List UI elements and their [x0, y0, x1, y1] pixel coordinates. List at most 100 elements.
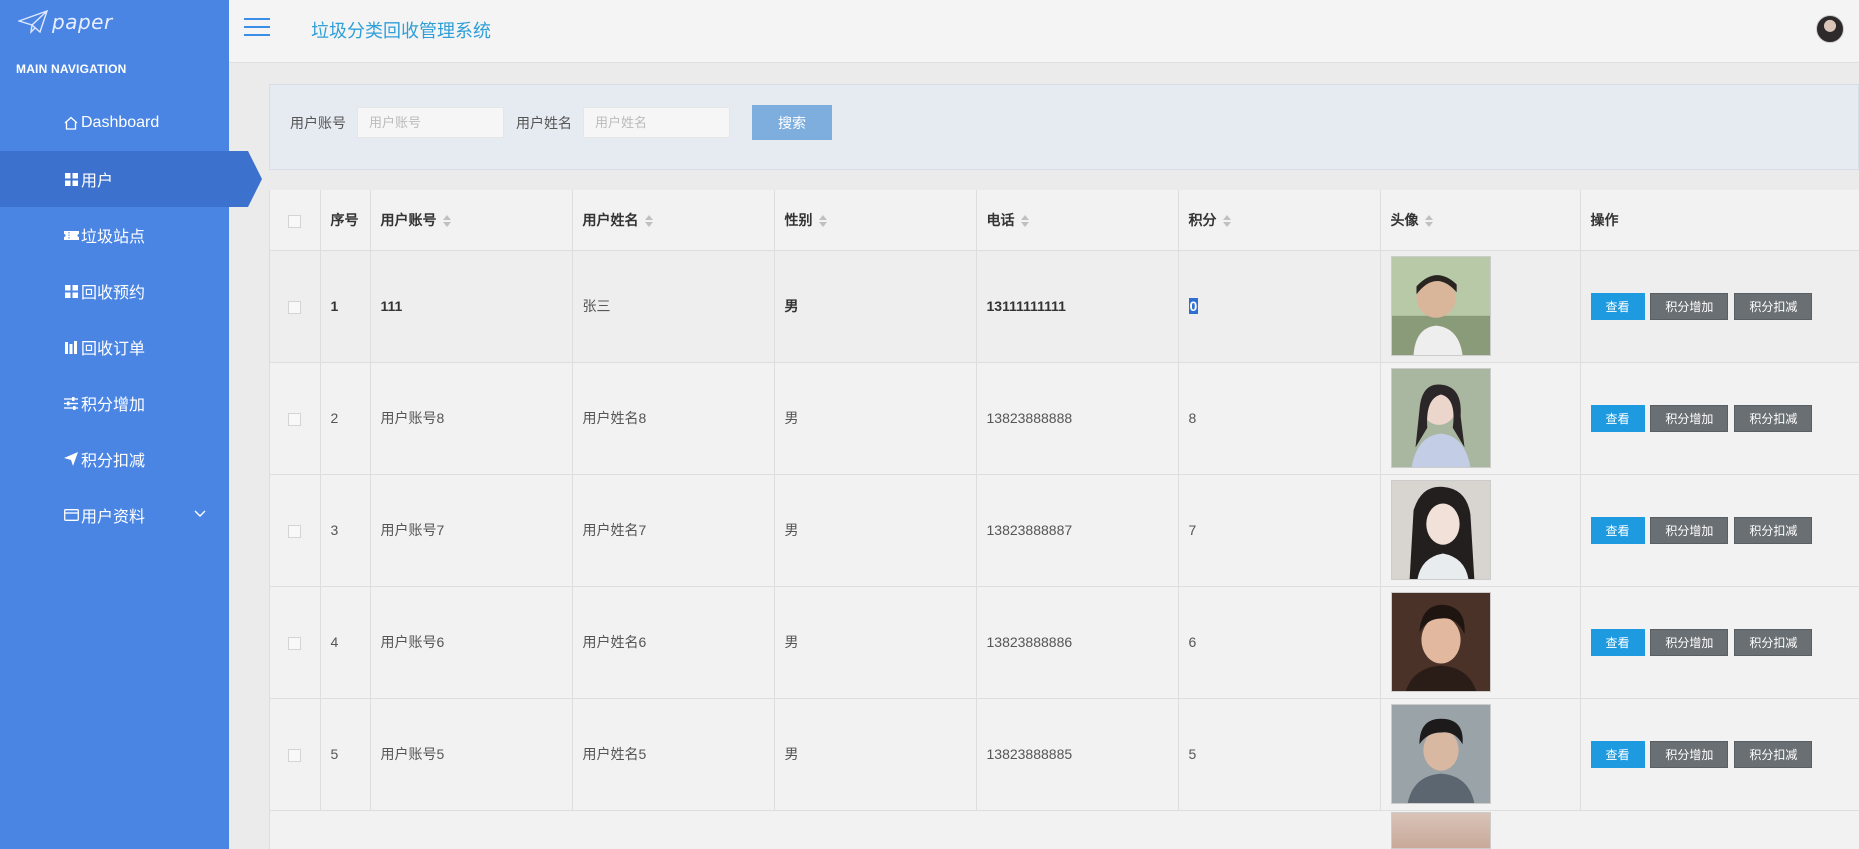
column-header-label: 电话: [986, 211, 1015, 228]
column-header-name[interactable]: 用户姓名: [572, 190, 775, 251]
gender-cell: 男: [774, 698, 977, 811]
sidebar-item-points-add[interactable]: 积分增加: [0, 375, 229, 431]
deduct-points-button[interactable]: 积分扣减: [1734, 516, 1813, 544]
row-select-cell: [270, 250, 321, 363]
grid-icon: [63, 283, 79, 299]
sort-icon[interactable]: [442, 215, 451, 228]
index-cell: 3: [320, 474, 371, 587]
add-points-button[interactable]: 积分增加: [1650, 740, 1729, 768]
app-title: 垃圾分类回收管理系统: [311, 21, 491, 41]
points-value: 0: [1188, 298, 1199, 314]
row-checkbox[interactable]: [288, 748, 302, 762]
sidebar-item-garbage-stations[interactable]: 垃圾站点: [0, 207, 229, 263]
account-cell: 用户账号8: [370, 362, 573, 475]
sidebar-item-dashboard[interactable]: Dashboard: [0, 95, 229, 151]
sort-icon[interactable]: [818, 215, 827, 228]
sidebar-item-users[interactable]: 用户: [0, 151, 262, 207]
sidebar-item-label: 垃圾站点: [81, 229, 146, 246]
sort-icon[interactable]: [644, 215, 653, 228]
deduct-points-button[interactable]: 积分扣减: [1734, 628, 1813, 656]
sidebar-item-label: Dashboard: [81, 114, 160, 131]
actions-cell: 查看 积分增加 积分扣减: [1580, 698, 1859, 811]
sidebar-item-label: 回收预约: [81, 285, 146, 302]
sidebar-item-recycle-orders[interactable]: 回收订单: [0, 319, 229, 375]
account-search-label: 用户账号: [290, 115, 346, 131]
gender-cell: 男: [774, 250, 977, 363]
column-header-label: 积分: [1188, 211, 1217, 228]
deduct-points-button[interactable]: 积分扣减: [1734, 292, 1813, 320]
sliders-icon: [63, 395, 79, 411]
sidebar-item-points-deduct[interactable]: 积分扣减: [0, 431, 229, 487]
row-checkbox[interactable]: [288, 300, 302, 314]
actions-cell: 查看 积分增加 积分扣减: [1580, 474, 1859, 587]
column-header-phone[interactable]: 电话: [976, 190, 1179, 251]
sidebar-nav: Dashboard 用户 垃圾站点 回收预约 回收订单 积分增加 积分扣减 用户…: [0, 95, 262, 543]
add-points-button[interactable]: 积分增加: [1650, 292, 1729, 320]
add-points-button[interactable]: 积分增加: [1650, 516, 1729, 544]
bars-icon: [63, 339, 79, 355]
phone-cell: 13823888888: [976, 362, 1179, 475]
column-header-points[interactable]: 积分: [1178, 190, 1381, 251]
column-header-label: 头像: [1390, 211, 1419, 228]
index-cell: 5: [320, 698, 371, 811]
column-header-gender[interactable]: 性别: [774, 190, 977, 251]
view-button[interactable]: 查看: [1590, 404, 1645, 432]
sidebar-item-label: 用户资料: [81, 509, 146, 526]
row-checkbox[interactable]: [288, 636, 302, 650]
points-cell: 6: [1178, 586, 1381, 699]
user-photo[interactable]: [1390, 368, 1491, 468]
points-cell: 0: [1178, 250, 1381, 363]
row-select-cell: [270, 474, 321, 587]
select-all-cell: [270, 190, 321, 251]
table-row: 4 用户账号6 用户姓名6 男 13823888886 6 查看 积分增加 积分…: [270, 586, 1859, 699]
user-photo[interactable]: [1391, 812, 1491, 849]
view-button[interactable]: 查看: [1590, 292, 1645, 320]
select-all-checkbox[interactable]: [288, 214, 302, 228]
phone-cell: 13823888887: [976, 474, 1179, 587]
logo-text: paper: [52, 10, 113, 34]
user-photo[interactable]: [1390, 480, 1491, 580]
view-button[interactable]: 查看: [1590, 628, 1645, 656]
sort-icon[interactable]: [1424, 215, 1433, 228]
user-avatar[interactable]: [1816, 15, 1844, 43]
paper-plane-logo-icon: [18, 10, 48, 34]
view-button[interactable]: 查看: [1590, 516, 1645, 544]
sort-icon[interactable]: [1222, 215, 1231, 228]
account-search-input[interactable]: [357, 107, 504, 138]
nav-heading: MAIN NAVIGATION: [16, 62, 127, 76]
add-points-button[interactable]: 积分增加: [1650, 628, 1729, 656]
account-cell: 用户账号7: [370, 474, 573, 587]
table-row: 5 用户账号5 用户姓名5 男 13823888885 5 查看 积分增加 积分…: [270, 698, 1859, 811]
add-points-button[interactable]: 积分增加: [1650, 404, 1729, 432]
search-button[interactable]: 搜索: [752, 105, 832, 140]
chevron-down-icon: [194, 510, 206, 517]
row-checkbox[interactable]: [288, 412, 302, 426]
phone-cell: 13823888885: [976, 698, 1179, 811]
column-header-account[interactable]: 用户账号: [370, 190, 573, 251]
view-button[interactable]: 查看: [1590, 740, 1645, 768]
search-panel: 用户账号 用户姓名 搜索: [269, 84, 1859, 170]
sidebar-item-label: 回收订单: [81, 341, 146, 358]
menu-toggle-icon[interactable]: [244, 18, 270, 38]
name-cell: 用户姓名7: [572, 474, 775, 587]
user-photo[interactable]: [1390, 592, 1491, 692]
row-checkbox[interactable]: [288, 524, 302, 538]
sidebar-item-label: 用户: [81, 173, 114, 190]
sort-icon[interactable]: [1020, 215, 1029, 228]
index-cell: 2: [320, 362, 371, 475]
sidebar-item-user-profile[interactable]: 用户资料: [0, 487, 229, 543]
name-cell: 用户姓名8: [572, 362, 775, 475]
table-row: 2 用户账号8 用户姓名8 男 13823888888 8 查看 积分增加 积分…: [270, 362, 1859, 475]
column-header-avatar[interactable]: 头像: [1380, 190, 1581, 251]
user-photo[interactable]: [1390, 256, 1491, 356]
deduct-points-button[interactable]: 积分扣减: [1734, 404, 1813, 432]
logo[interactable]: paper: [18, 10, 113, 34]
user-photo[interactable]: [1390, 704, 1491, 804]
deduct-points-button[interactable]: 积分扣减: [1734, 740, 1813, 768]
name-search-input[interactable]: [583, 107, 730, 138]
sidebar-item-recycle-appointments[interactable]: 回收预约: [0, 263, 229, 319]
gender-cell: 男: [774, 586, 977, 699]
phone-cell: 13823888886: [976, 586, 1179, 699]
avatar-cell: [1380, 362, 1581, 475]
row-select-cell: [270, 362, 321, 475]
